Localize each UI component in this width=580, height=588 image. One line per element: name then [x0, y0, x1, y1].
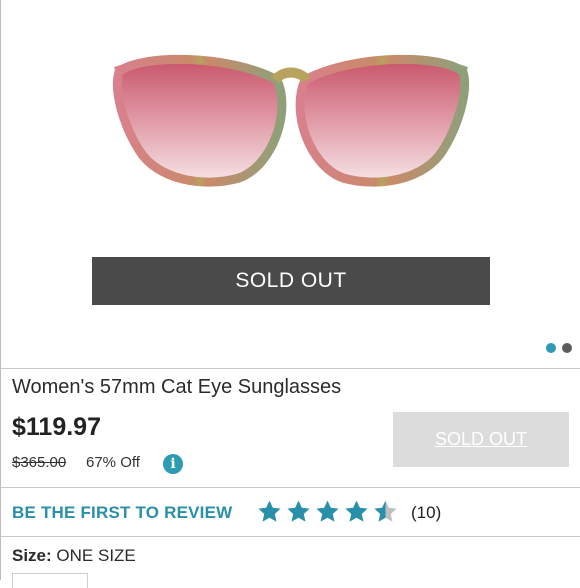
product-title: Women's 57mm Cat Eye Sunglasses — [12, 376, 342, 398]
carousel-dot[interactable] — [546, 343, 556, 353]
star-icon — [316, 500, 339, 522]
star-icon — [287, 500, 310, 522]
info-icon[interactable]: i — [163, 454, 183, 474]
sold-out-overlay: SOLD OUT — [92, 257, 490, 305]
star-icon — [258, 500, 281, 522]
carousel-indicators[interactable] — [546, 343, 572, 353]
divider — [1, 368, 580, 369]
star-rating[interactable] — [255, 499, 400, 525]
star-icon — [345, 500, 368, 522]
review-count[interactable]: (10) — [411, 503, 441, 523]
divider — [1, 487, 580, 488]
size-row: Size: ONE SIZE — [12, 546, 136, 566]
divider — [1, 536, 580, 537]
carousel-dot[interactable] — [562, 343, 572, 353]
write-review-link[interactable]: BE THE FIRST TO REVIEW — [12, 503, 232, 523]
discount-label: 67% Off — [86, 454, 140, 471]
size-label: Size: — [12, 546, 52, 565]
original-price: $365.00 — [12, 454, 67, 471]
half-star-icon — [374, 500, 397, 522]
size-option-chip[interactable] — [12, 573, 88, 588]
sale-price: $119.97 — [12, 413, 101, 441]
sold-out-button[interactable]: SOLD OUT — [393, 412, 569, 467]
product-image-carousel[interactable]: SOLD OUT — [1, 0, 580, 368]
sunglasses-image — [112, 54, 470, 187]
size-value: ONE SIZE — [56, 546, 136, 565]
